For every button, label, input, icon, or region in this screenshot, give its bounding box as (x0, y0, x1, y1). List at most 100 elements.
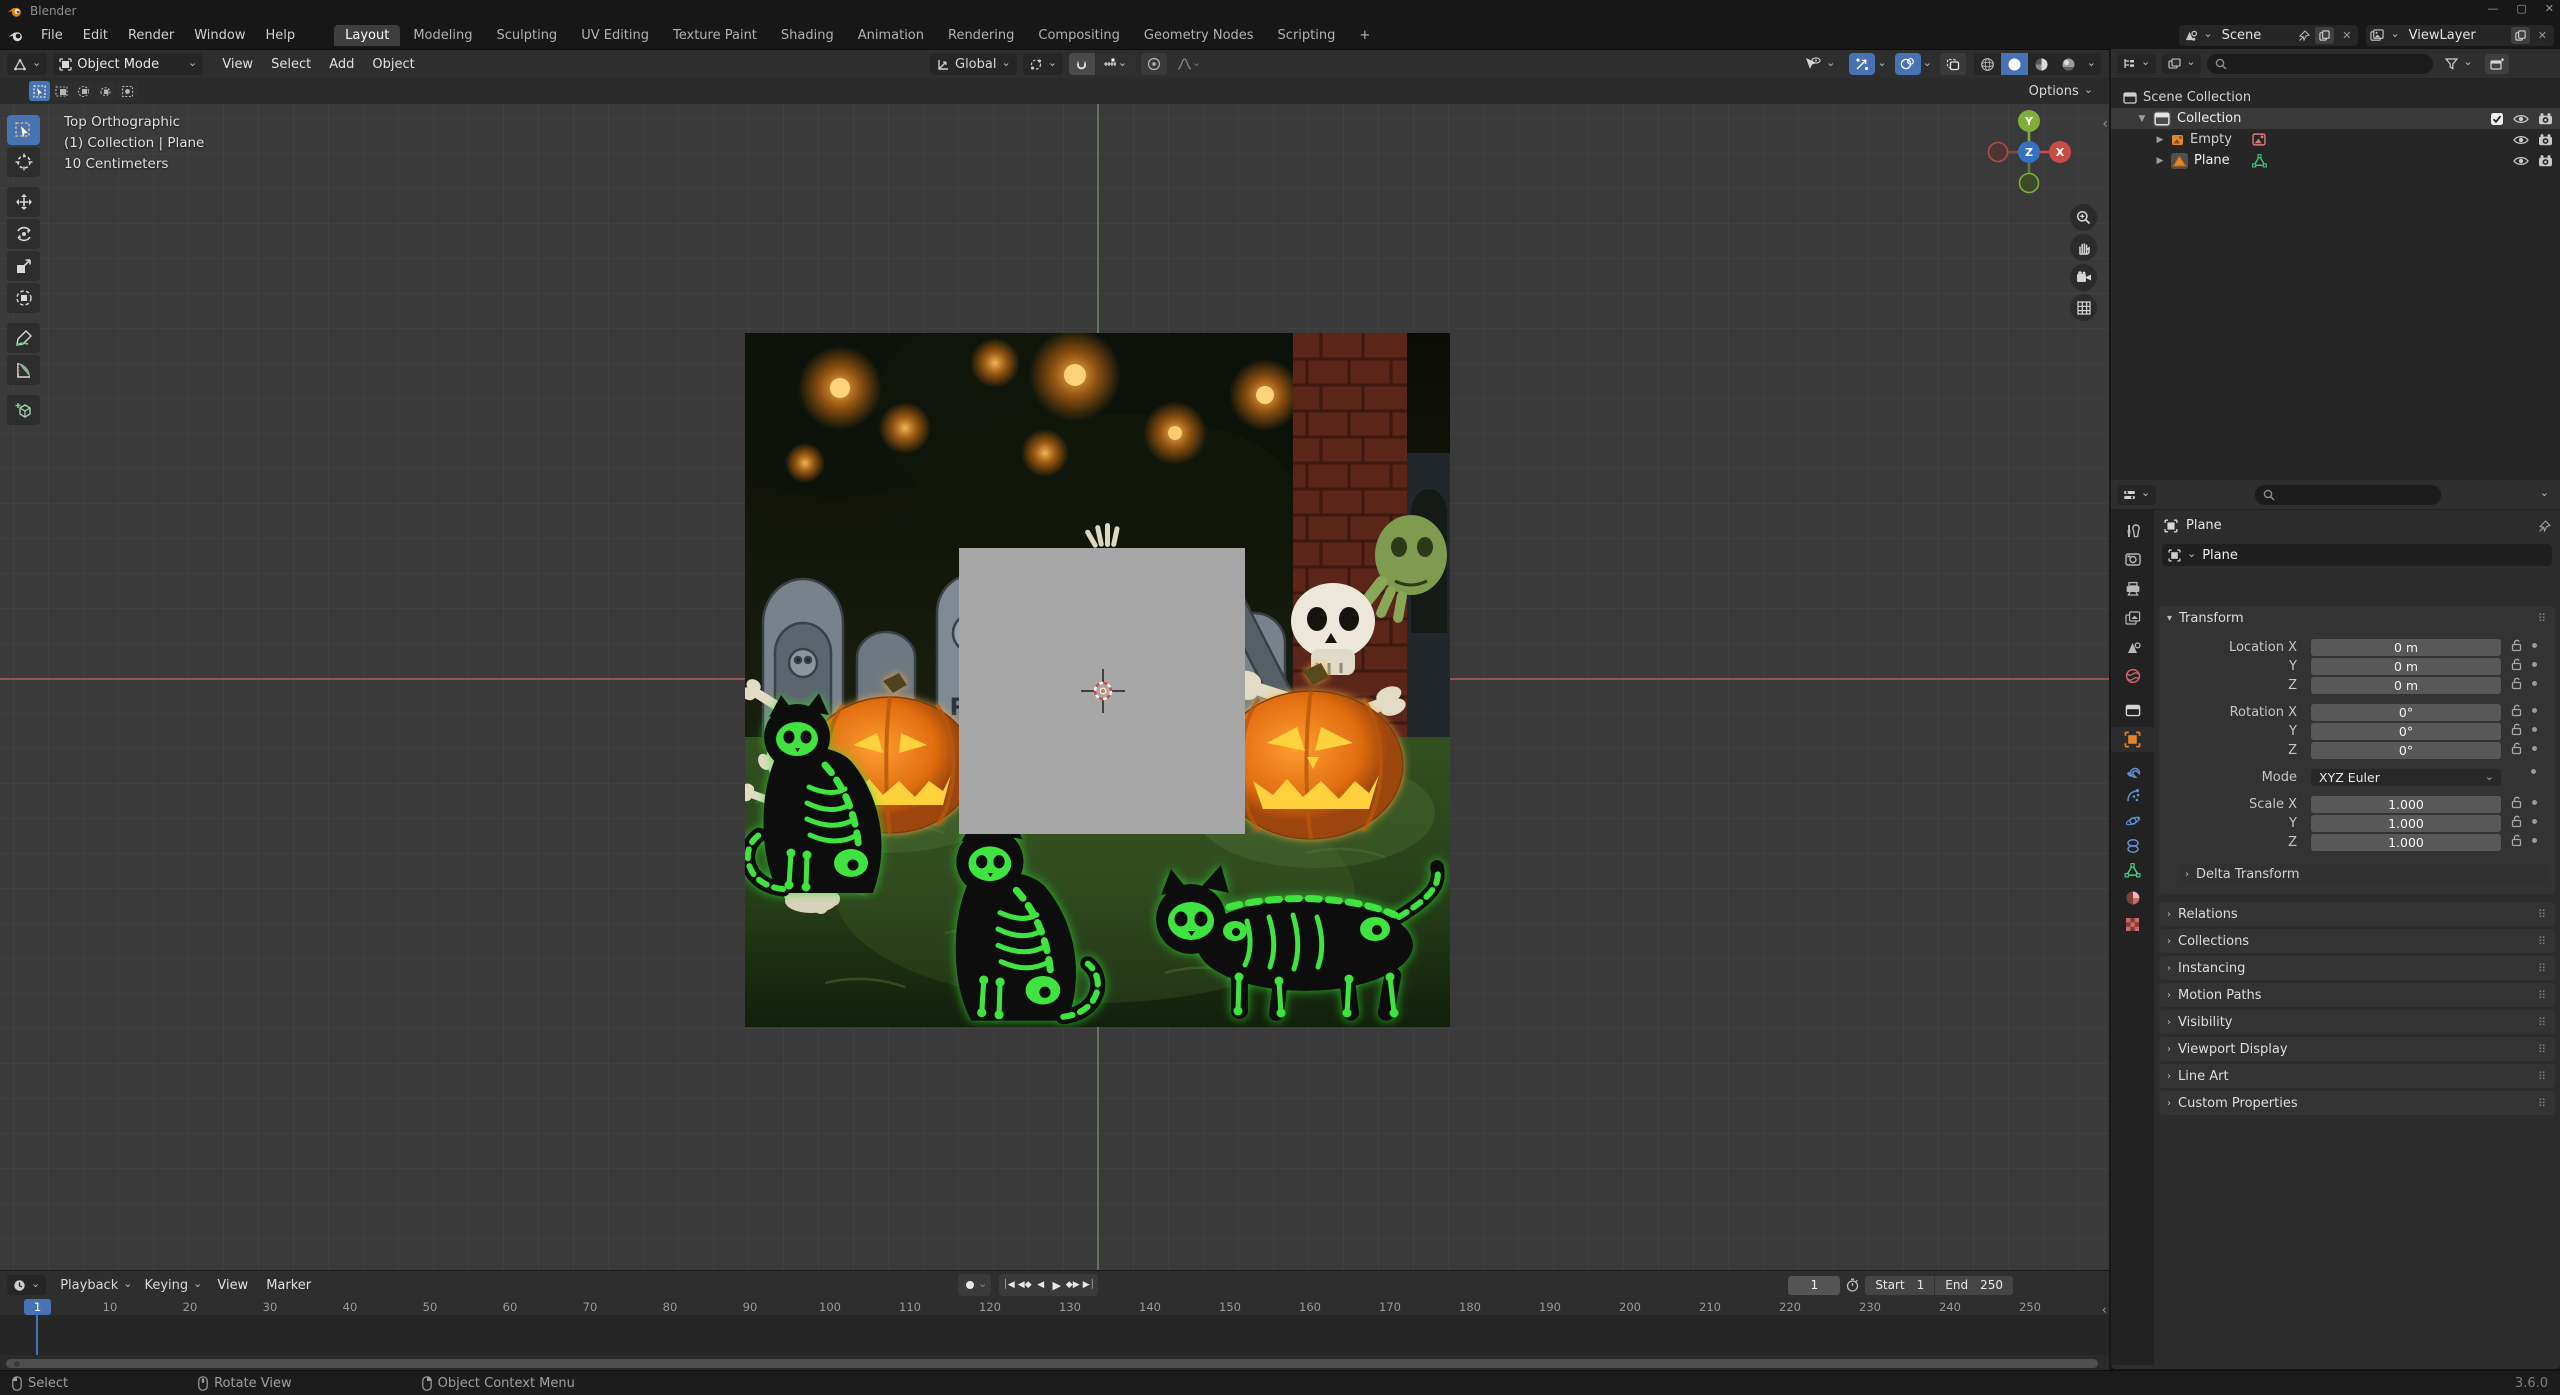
lock-open-icon[interactable] (2511, 704, 2522, 717)
show-gizmo-toggle[interactable] (1849, 53, 1875, 75)
timeline-collapse-arrow[interactable]: ‹ (2102, 1303, 2107, 1318)
disable-in-render-camera-icon[interactable] (2538, 134, 2553, 146)
tab-layout[interactable]: Layout (334, 25, 400, 46)
keying-menu[interactable]: Keying (138, 1274, 208, 1296)
animate-dot[interactable] (2532, 708, 2537, 713)
show-overlays-toggle[interactable] (1895, 53, 1921, 75)
add-workspace-button[interactable]: + (1348, 25, 1381, 46)
jump-to-start-button[interactable]: ⏐◀ (1001, 1276, 1016, 1294)
viewport-canvas[interactable]: RIP RIP (0, 104, 2109, 1270)
rotation-z-field[interactable]: 0° (2311, 742, 2501, 759)
gizmo-axis-x-negative[interactable] (1989, 143, 2008, 162)
gizmo-axis-y-negative[interactable] (2020, 174, 2039, 193)
hide-in-viewport-eye-icon[interactable] (2513, 113, 2529, 125)
animate-dot[interactable] (2532, 662, 2537, 667)
snap-toggle[interactable] (1069, 53, 1095, 75)
outliner-search-field[interactable] (2207, 54, 2433, 74)
object-name-field[interactable]: Plane (2162, 544, 2552, 566)
mode-dropdown[interactable]: Object Mode (53, 53, 203, 75)
lock-open-icon[interactable] (2511, 815, 2522, 828)
tab-object-data[interactable] (2111, 858, 2154, 883)
outliner-row-collection[interactable]: ▼ Collection (2111, 108, 2560, 129)
new-scene-button[interactable] (2315, 27, 2334, 44)
pivot-point-dropdown[interactable] (1023, 53, 1063, 75)
previous-keyframe-button[interactable]: ◀◆ (1017, 1276, 1032, 1294)
disable-in-render-camera-icon[interactable] (2538, 155, 2553, 167)
proportional-editing-toggle[interactable] (1141, 53, 1167, 75)
unlink-scene-button[interactable]: ✕ (2339, 29, 2354, 42)
tab-particles[interactable] (2111, 783, 2154, 808)
pin-icon[interactable] (2298, 30, 2310, 42)
select-mode-lasso[interactable] (95, 81, 116, 101)
tool-add-primitive[interactable] (7, 395, 40, 425)
timeline-menu-marker[interactable]: Marker (257, 1276, 320, 1295)
rotation-y-field[interactable]: 0° (2311, 723, 2501, 740)
end-frame-field[interactable]: End 250 (1935, 1278, 2013, 1292)
new-collection-button[interactable] (2485, 54, 2509, 74)
lock-open-icon[interactable] (2511, 723, 2522, 736)
start-frame-field[interactable]: Start 1 (1865, 1278, 1934, 1292)
panel-instancing[interactable]: ›Instancing (2159, 956, 2555, 980)
current-frame-field[interactable]: 1 (1788, 1276, 1840, 1295)
select-mode-box[interactable] (51, 81, 72, 101)
gizmo-chevron[interactable] (1877, 57, 1886, 72)
xray-toggle[interactable] (1940, 53, 1966, 75)
snap-settings-dropdown[interactable] (1095, 53, 1135, 75)
viewport-menu-view[interactable]: View (213, 55, 262, 74)
blender-menu-button[interactable] (0, 27, 31, 45)
selectability-visibility-dropdown[interactable] (1798, 53, 1841, 75)
pan-button[interactable] (2070, 234, 2097, 261)
lock-open-icon[interactable] (2511, 639, 2522, 652)
tab-texture-paint[interactable]: Texture Paint (662, 25, 768, 46)
panel-motion-paths[interactable]: ›Motion Paths (2159, 983, 2555, 1007)
panel-grip-icon[interactable] (2538, 1070, 2547, 1083)
panel-grip-icon[interactable] (2538, 962, 2547, 975)
tab-object[interactable] (2111, 727, 2154, 752)
viewport-menu-object[interactable]: Object (363, 55, 423, 74)
outliner-row-plane[interactable]: ▶ Plane (2111, 150, 2560, 171)
timeline-editor-type-button[interactable] (7, 1275, 46, 1295)
delta-transform-subpanel[interactable]: › Delta Transform (2179, 864, 2547, 884)
play-reverse-button[interactable]: ◀ (1033, 1276, 1048, 1294)
panel-relations[interactable]: ›Relations (2159, 902, 2555, 926)
tab-material[interactable] (2111, 885, 2154, 910)
select-mode-intersect[interactable] (117, 81, 138, 101)
select-mode-circle[interactable] (73, 81, 94, 101)
tool-transform[interactable] (7, 283, 40, 313)
perspective-toggle-button[interactable] (2070, 294, 2097, 321)
transform-orientation-dropdown[interactable]: Global (930, 53, 1017, 75)
shading-solid-button[interactable] (2001, 53, 2028, 75)
tab-view-layer[interactable] (2111, 605, 2154, 630)
tab-compositing[interactable]: Compositing (1027, 25, 1131, 46)
maximize-button[interactable]: ▢ (2516, 2, 2526, 15)
close-button[interactable]: ✕ (2545, 2, 2554, 15)
timeline-menu-view[interactable]: View (208, 1276, 257, 1295)
expand-caret-icon[interactable]: ▼ (2137, 114, 2147, 124)
tab-modeling[interactable]: Modeling (402, 25, 483, 46)
checkbox-checked-icon[interactable] (2490, 112, 2504, 126)
tab-texture[interactable] (2111, 912, 2154, 937)
hide-in-viewport-eye-icon[interactable] (2513, 155, 2529, 167)
animate-dot[interactable] (2532, 746, 2537, 751)
tool-select-box[interactable] (7, 115, 40, 145)
tab-scene[interactable] (2111, 634, 2154, 659)
shading-material-button[interactable] (2028, 53, 2055, 75)
tab-shading[interactable]: Shading (770, 25, 845, 46)
expand-caret-icon[interactable]: ▶ (2155, 156, 2165, 166)
new-view-layer-button[interactable] (2511, 27, 2530, 44)
playback-menu[interactable]: Playback (54, 1274, 138, 1296)
remove-view-layer-button[interactable]: ✕ (2535, 29, 2550, 42)
timeline-ruler[interactable]: 1020304050607080901001101201301401501601… (0, 1299, 2109, 1315)
view-layer-selector[interactable]: ViewLayer ✕ (2366, 25, 2554, 46)
scale-z-field[interactable]: 1.000 (2311, 834, 2501, 851)
tool-rotate[interactable] (7, 219, 40, 249)
outliner-filter-id-button[interactable] (2162, 54, 2201, 74)
shading-chevron[interactable] (2082, 57, 2101, 72)
proportional-falloff-dropdown[interactable] (1169, 53, 1209, 75)
menu-window[interactable]: Window (184, 25, 255, 46)
transform-panel-header[interactable]: ▾ Transform (2159, 606, 2555, 630)
lock-open-icon[interactable] (2511, 658, 2522, 671)
tab-render[interactable] (2111, 547, 2154, 572)
lock-open-icon[interactable] (2511, 796, 2522, 809)
editor-type-button[interactable] (7, 53, 47, 75)
